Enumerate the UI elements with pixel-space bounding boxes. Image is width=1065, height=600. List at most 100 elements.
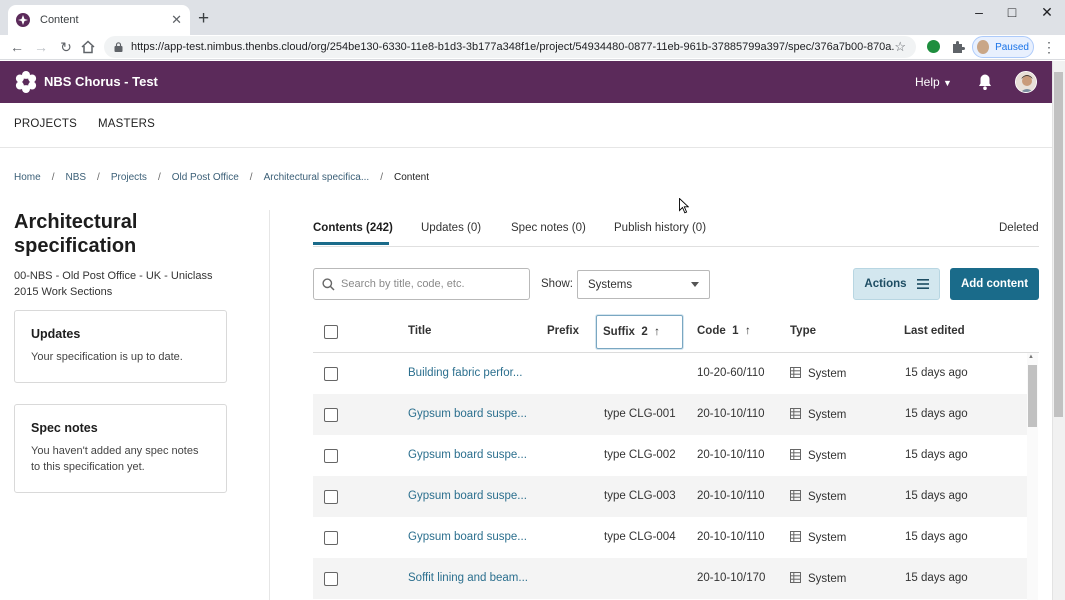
- mouse-cursor-icon: [679, 198, 689, 214]
- nbs-logo-icon[interactable]: [14, 70, 38, 94]
- row-type-label: System: [808, 573, 847, 585]
- home-icon[interactable]: [80, 39, 96, 55]
- scroll-up-arrow-icon[interactable]: ▲: [1028, 354, 1034, 360]
- nav-projects[interactable]: PROJECTS: [14, 118, 77, 130]
- show-label: Show:: [541, 278, 573, 290]
- breadcrumb-specification[interactable]: Architectural specifica...: [264, 172, 370, 183]
- bookmark-star-icon[interactable]: ☆: [894, 39, 906, 55]
- back-icon[interactable]: ←: [7, 37, 27, 57]
- updates-card-heading: Updates: [31, 327, 81, 341]
- row-title-link[interactable]: Gypsum board suspe...: [408, 449, 527, 461]
- deleted-link[interactable]: Deleted: [999, 222, 1039, 234]
- window-close-icon[interactable]: ✕: [1030, 0, 1064, 24]
- sort-ascending-icon: ↑: [654, 326, 660, 338]
- row-checkbox[interactable]: [324, 531, 338, 545]
- table-row[interactable]: Building fabric perfor... 10-20-60/110 S…: [313, 353, 1027, 394]
- add-content-button[interactable]: Add content: [950, 268, 1039, 300]
- breadcrumb-projects[interactable]: Projects: [111, 172, 147, 183]
- search-input[interactable]: [341, 278, 521, 290]
- breadcrumb-separator: /: [249, 172, 253, 183]
- row-checkbox[interactable]: [324, 572, 338, 586]
- show-select[interactable]: Systems: [577, 270, 710, 299]
- row-title-link[interactable]: Gypsum board suspe...: [408, 490, 527, 502]
- select-all-checkbox[interactable]: [324, 325, 338, 339]
- row-title-link[interactable]: Gypsum board suspe...: [408, 531, 527, 543]
- row-last-edited: 15 days ago: [905, 449, 968, 461]
- column-title[interactable]: Title: [408, 325, 431, 337]
- new-tab-button[interactable]: +: [198, 7, 209, 31]
- spec-notes-card: Spec notes You haven't added any spec no…: [14, 404, 227, 493]
- column-type[interactable]: Type: [790, 325, 816, 337]
- row-checkbox[interactable]: [324, 408, 338, 422]
- row-code: 20-10-10/110: [697, 531, 765, 543]
- row-title-link[interactable]: Building fabric perfor...: [408, 367, 522, 379]
- code-sort-order: 1: [732, 325, 739, 337]
- row-checkbox[interactable]: [324, 490, 338, 504]
- minimize-icon[interactable]: –: [962, 0, 996, 24]
- bell-icon[interactable]: [977, 73, 993, 91]
- spec-notes-card-heading: Spec notes: [31, 421, 98, 435]
- active-tab-indicator: [313, 242, 389, 245]
- tab-publish-history[interactable]: Publish history (0): [614, 222, 706, 234]
- profile-status: Paused: [995, 41, 1029, 53]
- row-last-edited: 15 days ago: [905, 367, 968, 379]
- column-prefix[interactable]: Prefix: [547, 325, 579, 337]
- url-text: https://app-test.nimbus.thenbs.cloud/org…: [131, 41, 895, 53]
- page-scrollbar-thumb[interactable]: [1054, 72, 1063, 417]
- user-avatar[interactable]: [1015, 71, 1037, 93]
- profile-button[interactable]: Paused: [972, 36, 1034, 58]
- column-suffix-sorted[interactable]: Suffix 2 ↑: [596, 315, 683, 349]
- updates-card-text: Your specification is up to date.: [31, 351, 183, 363]
- row-suffix: type CLG-002: [604, 449, 676, 461]
- nbs-favicon-icon: [16, 13, 30, 27]
- panel-divider: [269, 210, 270, 600]
- system-icon: [790, 531, 801, 542]
- row-checkbox[interactable]: [324, 449, 338, 463]
- row-suffix: type CLG-001: [604, 408, 676, 420]
- forward-icon[interactable]: →: [31, 37, 51, 57]
- row-title-link[interactable]: Gypsum board suspe...: [408, 408, 527, 420]
- actions-label: Actions: [864, 278, 907, 290]
- actions-button[interactable]: Actions: [853, 268, 940, 300]
- app-brand[interactable]: NBS Chorus - Test: [44, 74, 158, 89]
- column-code[interactable]: Code 1 ↑: [697, 325, 751, 337]
- table-row[interactable]: Gypsum board suspe... type CLG-001 20-10…: [313, 394, 1027, 435]
- help-label: Help: [915, 75, 940, 89]
- breadcrumb-nbs[interactable]: NBS: [65, 172, 86, 183]
- puzzle-extensions-icon[interactable]: [950, 39, 966, 55]
- avatar-face-icon: [1016, 72, 1036, 92]
- breadcrumb: Home / NBS / Projects / Old Post Office …: [14, 172, 429, 183]
- reload-icon[interactable]: ↻: [56, 37, 76, 57]
- row-type: System: [790, 408, 846, 421]
- chevron-down-icon: ▼: [943, 78, 952, 88]
- tab-spec-notes[interactable]: Spec notes (0): [511, 222, 586, 234]
- tab-contents[interactable]: Contents (242): [313, 222, 393, 234]
- tab-updates[interactable]: Updates (0): [421, 222, 481, 234]
- table-row[interactable]: Gypsum board suspe... type CLG-004 20-10…: [313, 517, 1027, 558]
- extension-icon[interactable]: [927, 40, 940, 53]
- breadcrumb-project[interactable]: Old Post Office: [172, 172, 239, 183]
- tabs-divider: [313, 246, 1039, 247]
- table-row[interactable]: Gypsum board suspe... type CLG-002 20-10…: [313, 435, 1027, 476]
- row-type-label: System: [808, 368, 847, 380]
- table-row[interactable]: Soffit lining and beam... 20-10-10/170 S…: [313, 558, 1027, 599]
- row-title-link[interactable]: Soffit lining and beam...: [408, 572, 528, 584]
- show-select-value: Systems: [588, 278, 633, 291]
- browser-tab[interactable]: Content ✕: [8, 5, 190, 35]
- browser-tab-strip: Content ✕ + – □ ✕: [0, 0, 1065, 35]
- app-header: NBS Chorus - Test Help ▼: [0, 61, 1052, 103]
- breadcrumb-separator: /: [380, 172, 383, 183]
- help-menu-button[interactable]: Help ▼: [915, 75, 952, 89]
- address-bar[interactable]: https://app-test.nimbus.thenbs.cloud/org…: [104, 36, 916, 58]
- breadcrumb-home[interactable]: Home: [14, 172, 41, 183]
- column-last-edited[interactable]: Last edited: [904, 325, 965, 337]
- close-tab-icon[interactable]: ✕: [171, 12, 182, 28]
- nav-masters[interactable]: MASTERS: [98, 118, 155, 130]
- browser-menu-icon[interactable]: ⋮: [1042, 39, 1056, 56]
- table-scrollbar-thumb[interactable]: [1028, 365, 1037, 427]
- table-row[interactable]: Gypsum board suspe... type CLG-003 20-10…: [313, 476, 1027, 517]
- row-code: 20-10-10/110: [697, 490, 765, 502]
- table-body: Building fabric perfor... 10-20-60/110 S…: [313, 353, 1027, 600]
- maximize-icon[interactable]: □: [995, 0, 1029, 24]
- row-checkbox[interactable]: [324, 367, 338, 381]
